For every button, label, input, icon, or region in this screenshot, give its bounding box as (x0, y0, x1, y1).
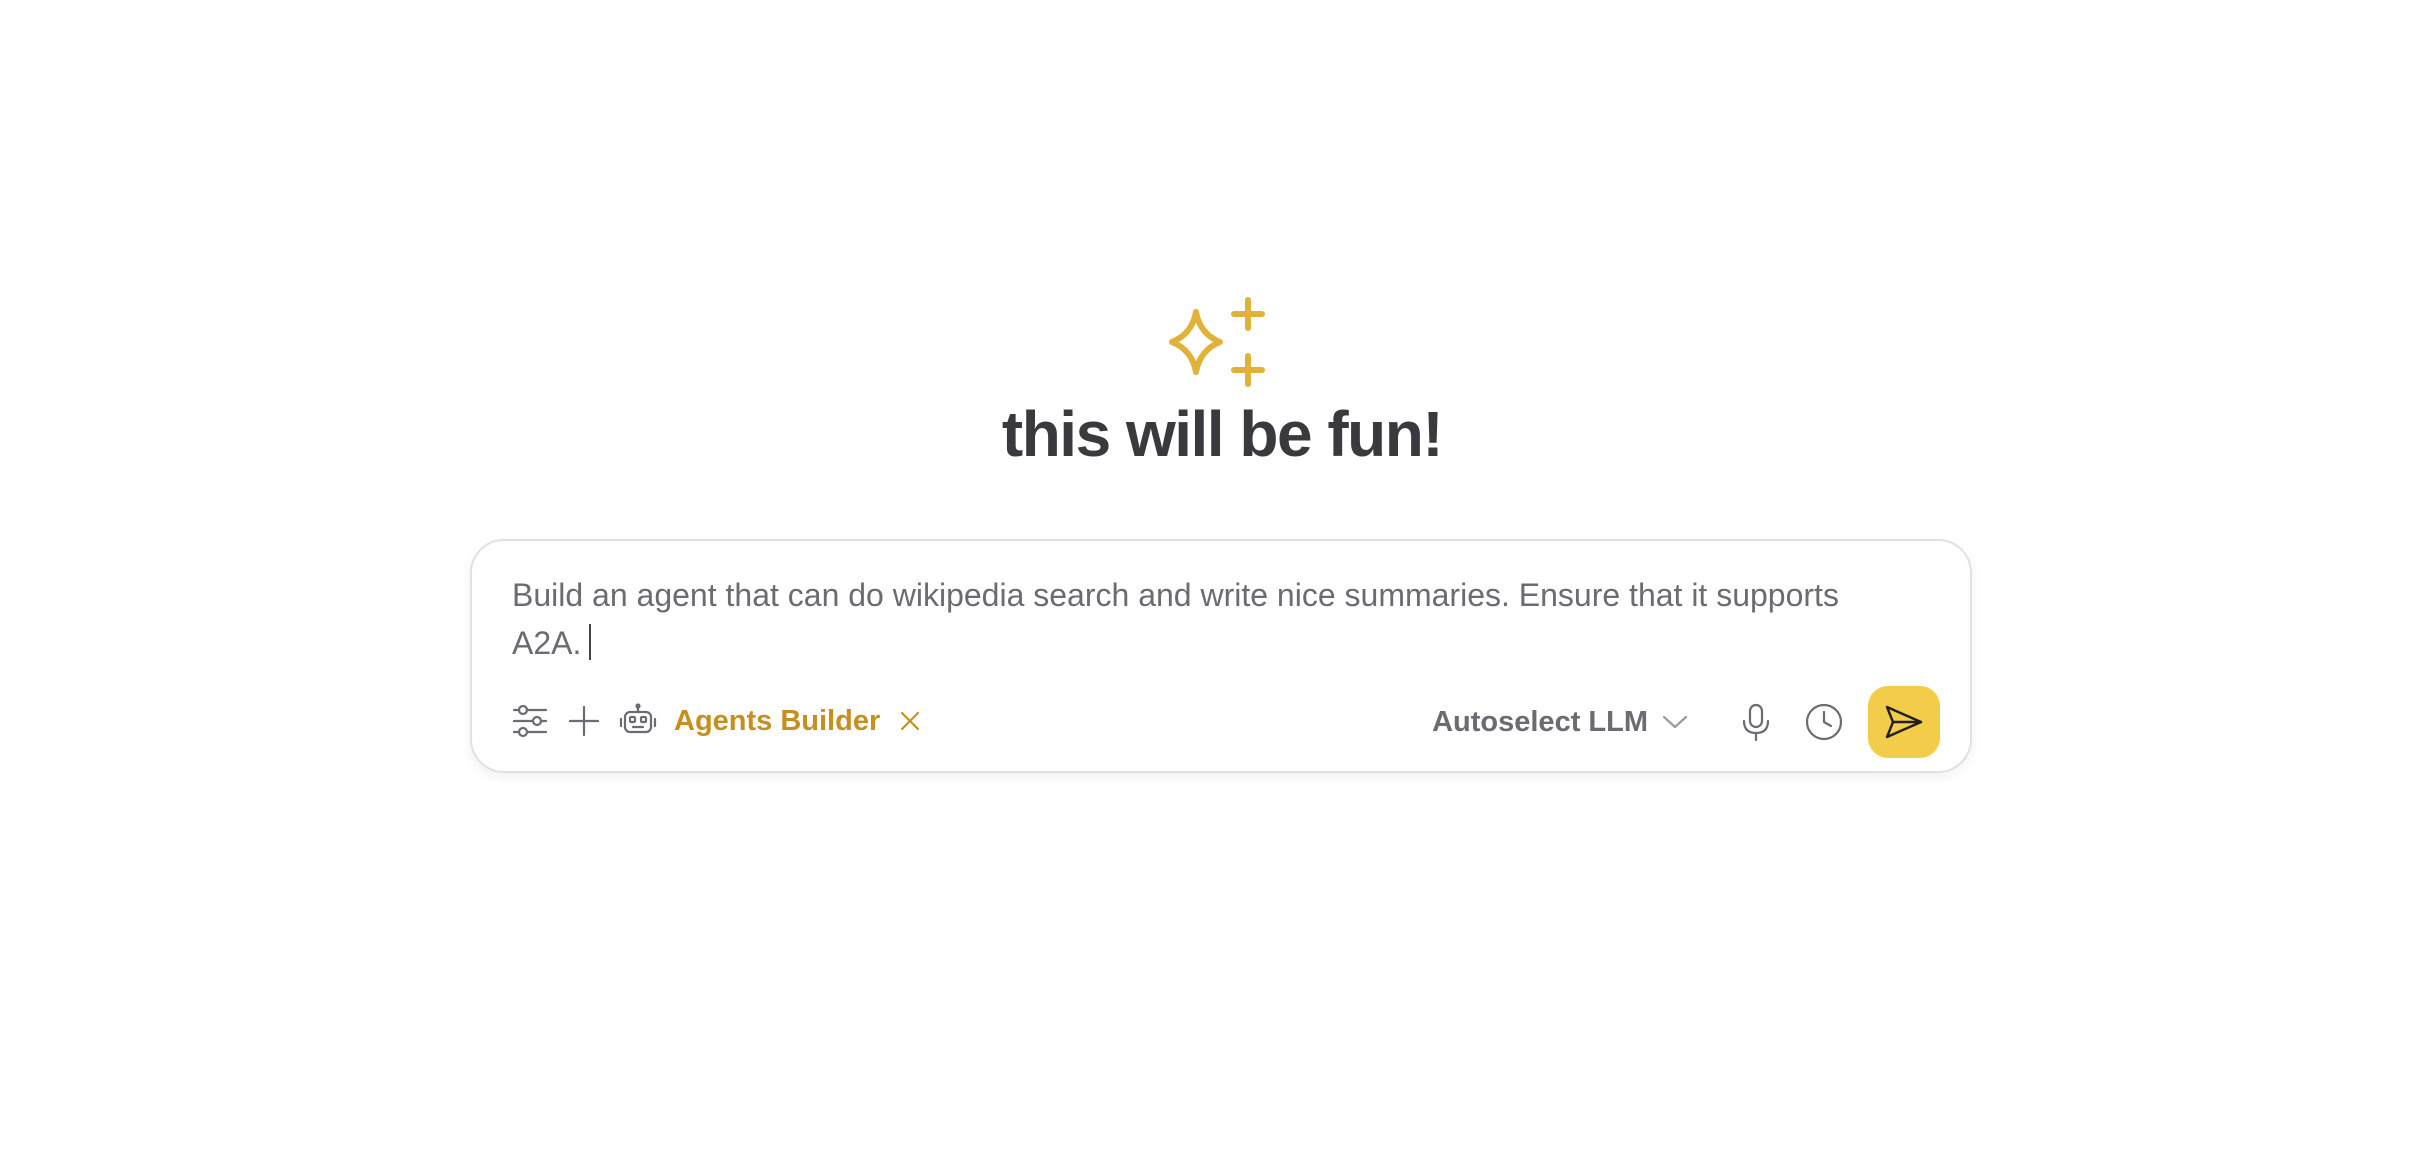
voice-input-button[interactable] (1732, 698, 1780, 746)
plus-icon (568, 705, 600, 737)
model-select[interactable]: Autoselect LLM (1432, 706, 1688, 739)
send-icon (1885, 705, 1923, 739)
prompt-input[interactable]: Build an agent that can do wikipedia sea… (512, 571, 1902, 667)
send-button[interactable] (1868, 686, 1940, 758)
agent-chip-label[interactable]: Agents Builder (674, 705, 880, 738)
prompt-text: Build an agent that can do wikipedia sea… (512, 577, 1839, 661)
composer-actions: Autoselect LLM (1432, 686, 1940, 758)
text-caret (589, 624, 592, 660)
page: this will be fun! Build an agent that ca… (0, 0, 2414, 1174)
agent-button[interactable] (616, 699, 660, 743)
sliders-icon (512, 704, 548, 738)
history-button[interactable] (1800, 698, 1848, 746)
remove-agent-button[interactable] (896, 707, 924, 735)
close-icon (901, 711, 920, 731)
chevron-down-icon (1662, 715, 1688, 729)
composer-tools: Agents Builder (508, 699, 924, 743)
settings-button[interactable] (508, 699, 552, 743)
clock-icon (1805, 703, 1843, 741)
robot-icon (619, 703, 657, 734)
microphone-icon (1742, 703, 1770, 742)
model-select-label: Autoselect LLM (1432, 705, 1648, 738)
agent-chip: Agents Builder (674, 705, 924, 738)
sparkles-icon (1169, 297, 1265, 387)
chat-composer: Build an agent that can do wikipedia sea… (470, 539, 1972, 773)
page-title: this will be fun! (1001, 398, 1444, 470)
add-button[interactable] (562, 699, 606, 743)
